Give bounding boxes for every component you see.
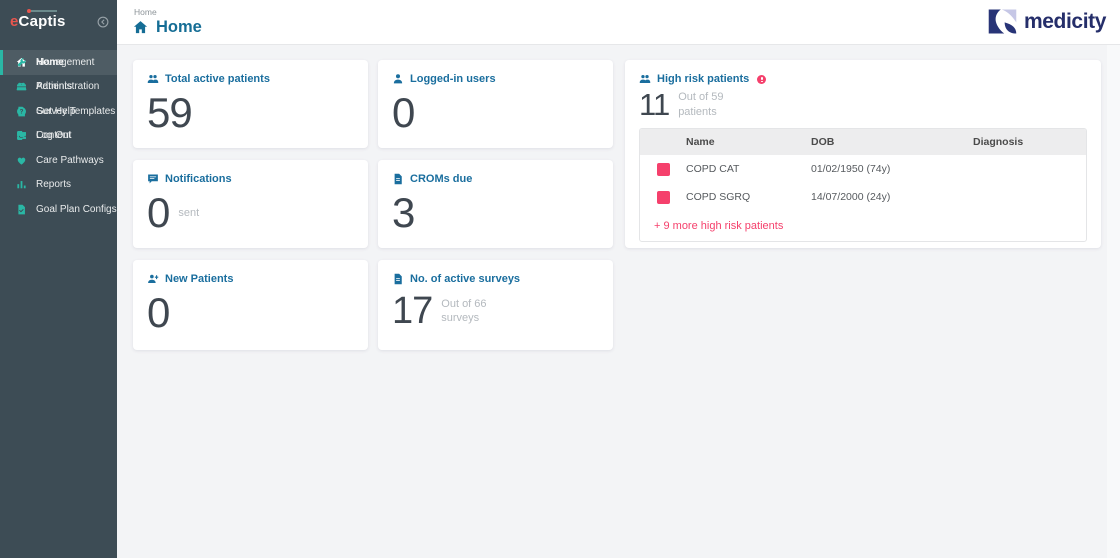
column-header-name: Name xyxy=(686,136,811,148)
risk-indicator xyxy=(657,191,670,204)
briefcase-icon xyxy=(16,81,28,93)
home-title-icon xyxy=(133,20,148,35)
patient-dob: 14/07/2000 (24y) xyxy=(811,191,973,203)
sidebar: eCaptis Home Patients Survey Templates C… xyxy=(0,0,117,558)
app-logo: eCaptis xyxy=(0,0,117,44)
card-new-patients: New Patients 0 xyxy=(133,260,368,350)
high-risk-table: Name DOB Diagnosis COPD CAT 01/02/1950 (… xyxy=(639,128,1087,242)
wrench-icon xyxy=(16,56,28,68)
card-active-surveys: No. of active surveys 17 Out of 66survey… xyxy=(378,260,613,350)
page-title: Home xyxy=(156,18,202,37)
card-title: Total active patients xyxy=(165,73,270,85)
person-icon xyxy=(392,73,404,85)
collapse-sidebar-icon[interactable] xyxy=(97,15,109,27)
app-logo-text: eCaptis xyxy=(10,13,66,30)
column-header-dob: DOB xyxy=(811,136,973,148)
medicity-logo-icon xyxy=(987,7,1018,36)
card-logged-in-users: Logged-in users 0 xyxy=(378,60,613,148)
card-title: Logged-in users xyxy=(410,73,496,85)
breadcrumb[interactable]: Home xyxy=(134,7,157,17)
chat-icon xyxy=(147,173,159,185)
svg-text:?: ? xyxy=(20,108,24,115)
stat-value: 0 xyxy=(392,92,414,134)
logout-icon xyxy=(16,130,28,142)
sidebar-footer-nav: Management Administration ? Get Help Log… xyxy=(0,50,117,554)
brand-name: medicity xyxy=(1024,10,1106,34)
scrollbar-track[interactable] xyxy=(1107,45,1120,558)
patient-name: COPD SGRQ xyxy=(686,191,811,203)
card-title: CROMs due xyxy=(410,173,472,185)
sidebar-item-management[interactable]: Management xyxy=(0,50,117,75)
stat-value: 3 xyxy=(392,192,414,234)
brand-logo: medicity xyxy=(987,7,1106,36)
more-high-risk-link[interactable]: + 9 more high risk patients xyxy=(640,211,1086,241)
top-header: Home Home medicity xyxy=(117,0,1120,45)
stat-suffix: Out of 66surveys xyxy=(441,297,486,326)
help-icon: ? xyxy=(16,105,28,117)
person-add-icon xyxy=(147,273,159,285)
stat-value: 0 xyxy=(147,192,169,234)
table-row[interactable]: COPD CAT 01/02/1950 (74y) xyxy=(640,155,1086,183)
stat-value: 59 xyxy=(147,92,192,134)
page-title-row: Home xyxy=(133,18,202,37)
users-icon xyxy=(147,73,159,85)
stat-suffix: Out of 59patients xyxy=(678,90,723,119)
card-croms-due: CROMs due 3 xyxy=(378,160,613,248)
card-notifications: Notifications 0 sent xyxy=(133,160,368,248)
card-high-risk-patients: High risk patients 11 Out of 59patients … xyxy=(625,60,1101,248)
stat-value: 0 xyxy=(147,292,169,334)
alert-badge-icon xyxy=(757,75,766,84)
sidebar-item-get-help[interactable]: ? Get Help xyxy=(0,99,117,124)
main-content: Total active patients 59 Logged-in users… xyxy=(117,45,1120,558)
survey-icon xyxy=(392,273,404,285)
stat-value: 17 xyxy=(392,292,432,330)
patient-dob: 01/02/1950 (74y) xyxy=(811,163,973,175)
risk-indicator xyxy=(657,163,670,176)
card-title: Notifications xyxy=(165,173,232,185)
card-title: High risk patients xyxy=(657,73,749,85)
users-icon xyxy=(639,73,651,85)
table-header-row: Name DOB Diagnosis xyxy=(640,129,1086,155)
table-row[interactable]: COPD SGRQ 14/07/2000 (24y) xyxy=(640,183,1086,211)
patient-name: COPD CAT xyxy=(686,163,811,175)
stat-suffix: sent xyxy=(178,206,199,220)
logo-overline xyxy=(31,10,57,12)
card-title: No. of active surveys xyxy=(410,273,520,285)
sidebar-item-administration[interactable]: Administration xyxy=(0,75,117,100)
card-title: New Patients xyxy=(165,273,233,285)
sidebar-item-log-out[interactable]: Log Out xyxy=(0,124,117,149)
stat-value: 11 xyxy=(639,89,669,120)
column-header-diagnosis: Diagnosis xyxy=(973,136,1086,148)
file-icon xyxy=(392,173,404,185)
card-total-active-patients: Total active patients 59 xyxy=(133,60,368,148)
